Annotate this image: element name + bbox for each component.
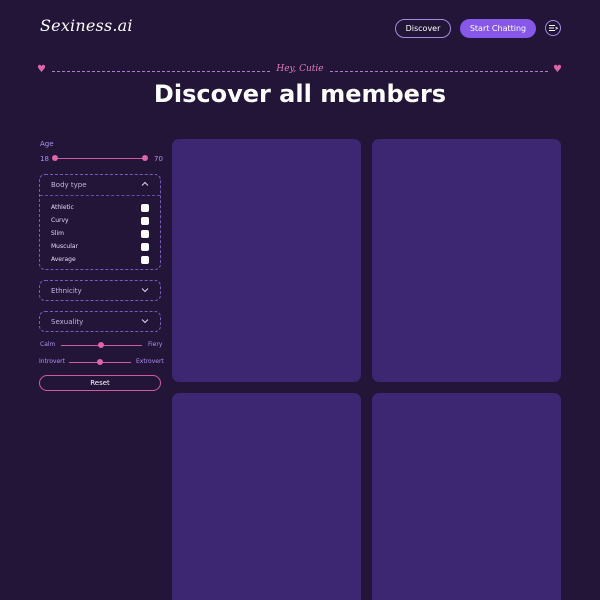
muscular-checkbox[interactable] <box>141 242 149 251</box>
tagline: Hey, Cutie <box>276 64 324 74</box>
divider-left <box>52 71 270 72</box>
option-label: Athletic <box>51 204 74 211</box>
age-min-value: 18 <box>40 155 49 163</box>
logo[interactable]: Sexiness.ai <box>40 16 133 35</box>
body-type-option[interactable]: Curvy <box>40 214 160 227</box>
athletic-checkbox[interactable] <box>141 203 149 212</box>
member-card[interactable] <box>172 139 361 382</box>
age-max-handle[interactable] <box>142 155 148 161</box>
member-card[interactable] <box>172 393 361 600</box>
body-type-header[interactable]: Body type <box>40 175 160 195</box>
heart-icon: ♥ <box>37 64 46 75</box>
menu-icon <box>549 25 558 31</box>
age-slider-track[interactable] <box>55 158 145 159</box>
curvy-checkbox[interactable] <box>141 216 149 225</box>
slim-checkbox[interactable] <box>141 229 149 238</box>
average-checkbox[interactable] <box>141 255 149 264</box>
menu-button[interactable] <box>545 20 561 36</box>
chevron-down-icon <box>141 318 149 326</box>
chevron-down-icon <box>141 287 149 295</box>
option-label: Curvy <box>51 217 69 224</box>
calm-label: Calm <box>40 341 56 348</box>
member-card[interactable] <box>372 393 561 600</box>
reset-button[interactable]: Reset <box>39 375 161 391</box>
page-title: Discover all members <box>153 80 447 108</box>
introvert-label: Introvert <box>39 358 65 365</box>
heart-icon: ♥ <box>553 64 562 75</box>
sexuality-title: Sexuality <box>51 317 84 326</box>
sexuality-dropdown[interactable]: Sexuality <box>39 311 161 332</box>
ethnicity-dropdown[interactable]: Ethnicity <box>39 280 161 301</box>
discover-button[interactable]: Discover <box>395 19 451 38</box>
member-card[interactable] <box>372 139 561 382</box>
extrovert-label: Extrovert <box>136 358 164 365</box>
body-type-panel: Body type Athletic Curvy Slim Muscular A… <box>39 174 161 270</box>
body-type-option[interactable]: Slim <box>40 227 160 240</box>
divider-right <box>330 71 548 72</box>
option-label: Slim <box>51 230 64 237</box>
personality-slider-handle[interactable] <box>97 359 103 365</box>
temperament-slider-handle[interactable] <box>98 342 104 348</box>
option-label: Average <box>51 256 76 263</box>
fiery-label: Fiery <box>148 341 163 348</box>
body-type-option[interactable]: Muscular <box>40 240 160 253</box>
body-type-option[interactable]: Athletic <box>40 201 160 214</box>
age-label: Age <box>40 140 54 148</box>
ethnicity-title: Ethnicity <box>51 286 82 295</box>
body-type-option[interactable]: Average <box>40 253 160 266</box>
age-min-handle[interactable] <box>52 155 58 161</box>
start-chatting-button[interactable]: Start Chatting <box>460 19 536 38</box>
chevron-up-icon <box>141 181 149 189</box>
age-max-value: 70 <box>154 155 163 163</box>
option-label: Muscular <box>51 243 79 250</box>
body-type-title: Body type <box>51 181 87 189</box>
